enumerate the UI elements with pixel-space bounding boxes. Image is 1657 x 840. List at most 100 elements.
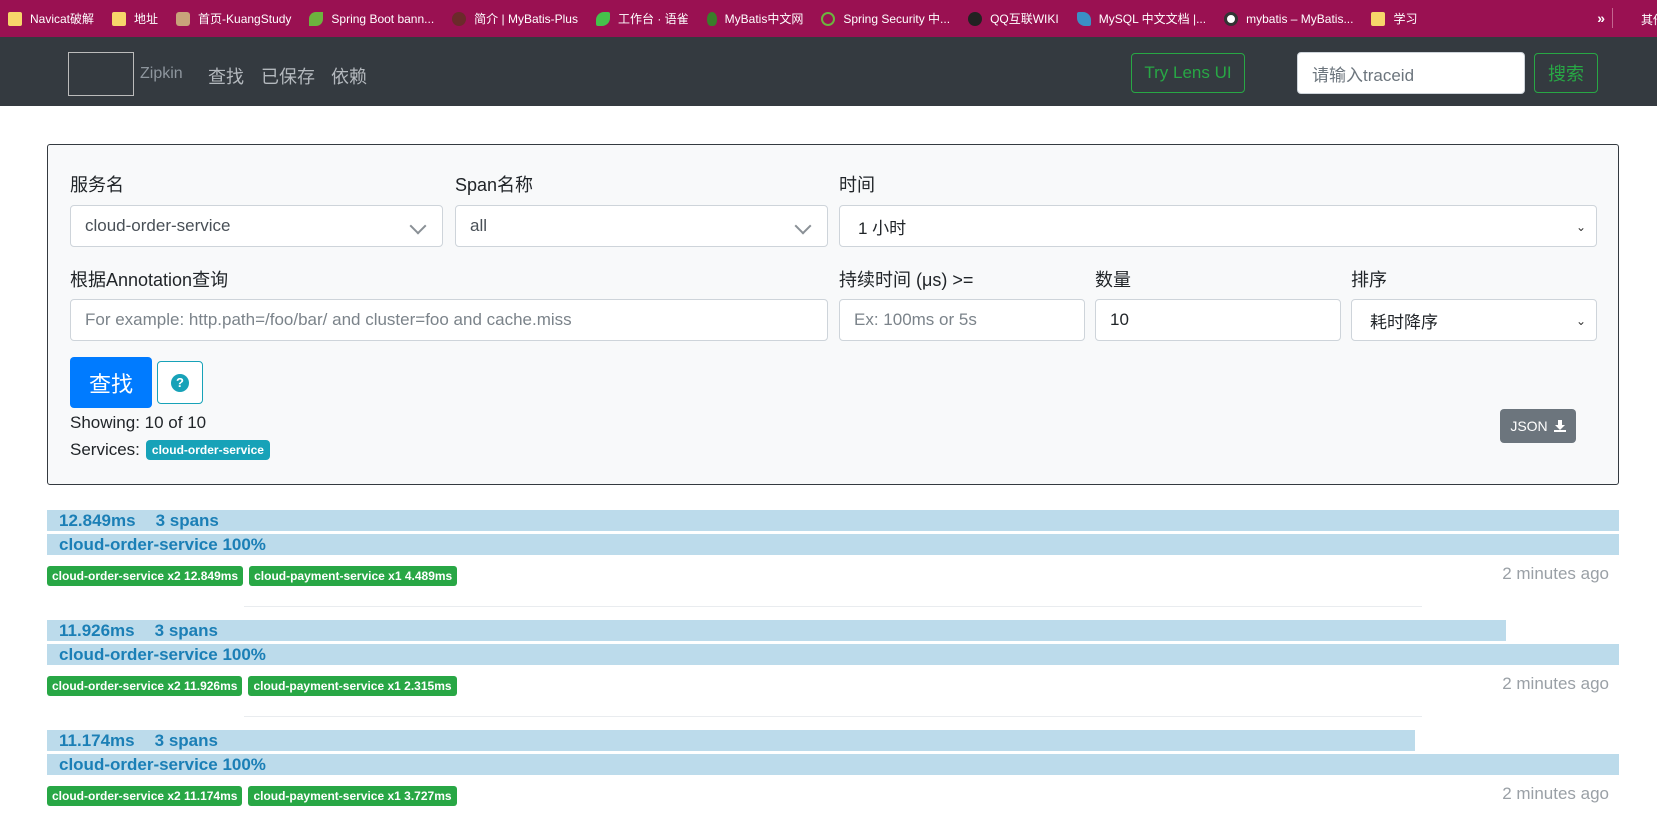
span-name-value: all — [470, 216, 488, 235]
bookmark-label: Navicat破解 — [30, 12, 95, 26]
bookmark-label: MyBatis中文网 — [724, 12, 804, 26]
find-button[interactable]: 查找 — [70, 357, 152, 408]
service-tag[interactable]: cloud-payment-service x1 3.727ms — [248, 786, 457, 806]
question-circle-icon: ? — [171, 373, 189, 392]
select-arrow-icon: ⌄ — [1575, 220, 1586, 234]
brand-name[interactable]: Zipkin — [140, 65, 183, 83]
limit-input[interactable]: 10 — [1095, 299, 1341, 341]
nav-link-dependencies[interactable]: 依赖 — [331, 63, 367, 89]
span-name-label: Span名称 — [455, 175, 534, 195]
service-tag[interactable]: cloud-order-service x2 12.849ms — [47, 566, 244, 586]
globe-icon — [1224, 11, 1239, 26]
bookmark-navicat[interactable]: Navicat破解 — [8, 10, 94, 27]
services-label: Services: — [70, 440, 140, 459]
bookmark-address[interactable]: 地址 — [112, 10, 158, 27]
folder-icon — [8, 11, 22, 26]
service-tag[interactable]: cloud-order-service x2 11.174ms — [47, 786, 243, 806]
bookmark-qq-wiki[interactable]: QQ互联WIKI — [968, 10, 1059, 27]
service-tag[interactable]: cloud-payment-service x1 2.315ms — [248, 676, 457, 696]
trace-divider — [244, 716, 1422, 717]
bookmark-mybatis[interactable]: mybatis – MyBatis... — [1224, 11, 1354, 26]
chevron-down-icon — [794, 217, 812, 235]
trace-duration: 11.174ms — [59, 730, 135, 750]
annotation-query-input[interactable]: For example: http.path=/foo/bar/ and clu… — [70, 299, 828, 341]
sort-select[interactable]: 耗时降序 ⌄ — [1351, 299, 1597, 341]
trace-span-count: 3 spans — [154, 620, 218, 640]
trace-row[interactable]: 11.174ms 3 spans cloud-order-service 100… — [47, 730, 1619, 840]
trace-service-percent: cloud-order-service 100% — [59, 754, 266, 774]
trace-row[interactable]: 12.849ms 3 spans cloud-order-service 100… — [47, 510, 1619, 620]
bookmark-other[interactable]: 其他书 — [1635, 11, 1657, 28]
trace-timestamp: 2 minutes ago — [1502, 784, 1609, 803]
trace-results-list: 12.849ms 3 spans cloud-order-service 100… — [47, 510, 1619, 840]
select-arrow-icon: ⌄ — [1575, 314, 1586, 328]
bookmark-label: 首页-KuangStudy — [198, 12, 292, 26]
bookmark-label: mybatis – MyBatis... — [1246, 11, 1354, 26]
trace-timestamp: 2 minutes ago — [1502, 564, 1609, 583]
trace-duration-bar[interactable]: 11.926ms 3 spans — [47, 620, 1506, 641]
service-badge[interactable]: cloud-order-service — [145, 440, 270, 460]
chevron-down-icon — [409, 217, 427, 235]
trace-service-tags: cloud-order-service x2 11.926ms cloud-pa… — [47, 676, 457, 696]
bookmark-label: Spring Security 中... — [843, 12, 951, 26]
bookmark-study[interactable]: 学习 — [1371, 10, 1417, 27]
trace-divider — [244, 606, 1422, 607]
traceid-input[interactable]: 请输入traceid — [1297, 52, 1525, 94]
bookmark-spring-security[interactable]: Spring Security 中... — [821, 10, 950, 27]
time-select[interactable]: 1 小时 ⌄ — [839, 205, 1597, 247]
folder-icon — [112, 11, 127, 26]
duration-input[interactable]: Ex: 100ms or 5s — [839, 299, 1085, 341]
annotation-query-label: 根据Annotation查询 — [70, 270, 229, 290]
service-tag[interactable]: cloud-payment-service x1 4.489ms — [249, 566, 458, 586]
trace-service-bar[interactable]: cloud-order-service 100% — [47, 534, 1619, 555]
trace-duration-bar[interactable]: 12.849ms 3 spans — [47, 510, 1619, 531]
trace-service-bar[interactable]: cloud-order-service 100% — [47, 644, 1619, 665]
download-icon — [1553, 420, 1566, 432]
bookmark-label: QQ互联WIKI — [990, 12, 1059, 26]
trace-service-bar[interactable]: cloud-order-service 100% — [47, 754, 1619, 775]
bookmark-kuangstudy[interactable]: 首页-KuangStudy — [176, 10, 291, 27]
sort-value: 耗时降序 — [1370, 312, 1438, 332]
yuque-icon — [595, 11, 610, 26]
service-tag[interactable]: cloud-order-service x2 11.926ms — [47, 676, 243, 696]
leaf-icon — [309, 11, 324, 26]
bookmark-mybatis-cn[interactable]: MyBatis中文网 — [706, 10, 804, 27]
time-label: 时间 — [839, 175, 875, 195]
bookmark-label: 其他书 — [1640, 13, 1657, 27]
bookmark-mysql-docs[interactable]: MySQL 中文文档 |... — [1076, 10, 1206, 27]
logo-image[interactable] — [68, 52, 134, 96]
folder-icon — [1371, 11, 1386, 26]
trace-duration-bar[interactable]: 11.174ms 3 spans — [47, 730, 1415, 751]
traceid-search-button[interactable]: 搜索 — [1534, 53, 1598, 93]
trace-span-count: 3 spans — [155, 510, 219, 530]
span-name-select[interactable]: all — [455, 205, 828, 247]
showing-count: Showing: 10 of 10 — [70, 413, 207, 432]
bookmark-label: Spring Boot bann... — [331, 11, 435, 26]
search-panel: 服务名 cloud-order-service Span名称 all 时间 1 … — [47, 144, 1619, 485]
service-name-label: 服务名 — [70, 175, 124, 195]
trace-duration: 12.849ms — [59, 510, 136, 530]
try-lens-ui-button[interactable]: Try Lens UI — [1131, 53, 1245, 93]
bookmark-mybatis-plus[interactable]: 简介 | MyBatis-Plus — [452, 10, 578, 27]
trace-row[interactable]: 11.926ms 3 spans cloud-order-service 100… — [47, 620, 1619, 730]
bookmark-spring-boot-banner[interactable]: Spring Boot bann... — [309, 11, 435, 26]
nav-link-find[interactable]: 查找 — [208, 63, 244, 89]
navbar: Zipkin 查找 已保存 依赖 Try Lens UI 请输入traceid … — [0, 37, 1657, 106]
time-value: 1 小时 — [858, 218, 907, 238]
sort-label: 排序 — [1351, 270, 1387, 290]
json-download-button[interactable]: JSON — [1500, 409, 1576, 443]
bookmark-yuque[interactable]: 工作台 · 语雀 — [595, 10, 689, 27]
bookmarks-more-button[interactable]: » — [1597, 10, 1605, 26]
nav-link-saved[interactable]: 已保存 — [261, 63, 315, 89]
trace-span-count: 3 spans — [154, 730, 218, 750]
avatar-icon — [176, 11, 191, 26]
qq-icon — [968, 11, 983, 26]
mysql-icon — [1076, 11, 1091, 26]
mongo-leaf-icon — [706, 11, 717, 26]
trace-timestamp: 2 minutes ago — [1502, 674, 1609, 693]
service-name-select[interactable]: cloud-order-service — [70, 205, 443, 247]
help-button[interactable]: ? — [157, 361, 203, 404]
bookmarks-divider — [1612, 8, 1613, 28]
limit-label: 数量 — [1095, 270, 1131, 290]
duration-label: 持续时间 (μs) >= — [839, 270, 974, 290]
